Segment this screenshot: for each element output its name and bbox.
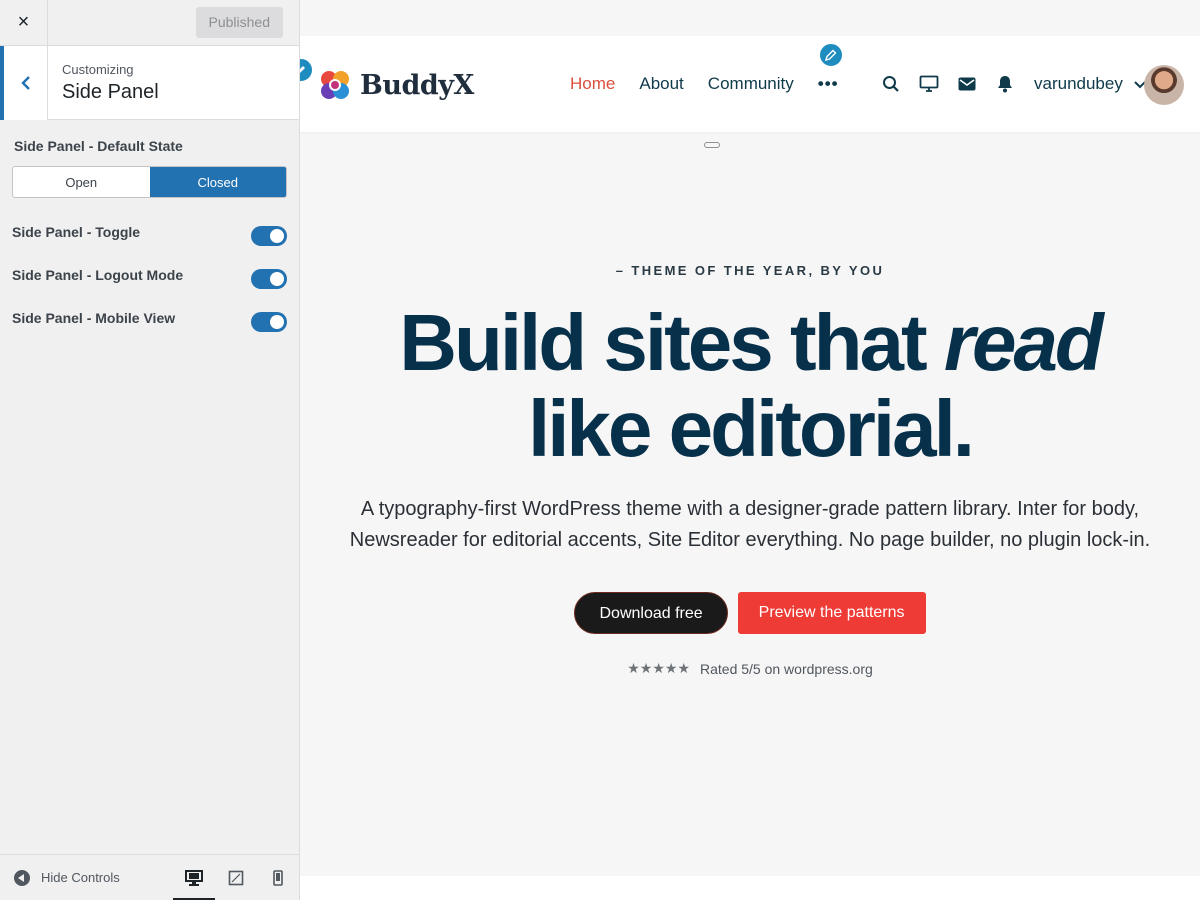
nav-item-home[interactable]: Home bbox=[570, 74, 615, 94]
toggle-row-logout-mode: Side Panel - Logout Mode bbox=[12, 257, 287, 300]
rating-text: Rated 5/5 on wordpress.org bbox=[700, 660, 873, 677]
switch-knob bbox=[270, 271, 284, 286]
mail-icon bbox=[958, 77, 976, 91]
hide-controls-button[interactable]: Hide Controls bbox=[0, 869, 173, 886]
hero-ctas: Download free Preview the patterns bbox=[300, 592, 1200, 634]
site-title: BuddyX bbox=[360, 69, 474, 101]
toggle-row-side-panel-toggle: Side Panel - Toggle bbox=[12, 214, 287, 257]
search-button[interactable] bbox=[872, 74, 910, 94]
toggle-row-mobile-view: Side Panel - Mobile View bbox=[12, 300, 287, 343]
default-state-closed-option[interactable]: Closed bbox=[149, 167, 286, 197]
site-header: BuddyX Home About Community ••• varundub… bbox=[300, 36, 1200, 132]
mobile-icon bbox=[273, 869, 283, 886]
hero-eyebrow: – THEME OF THE YEAR, BY YOU bbox=[615, 263, 885, 278]
hide-controls-label: Hide Controls bbox=[41, 870, 120, 885]
mobile-view-switch[interactable] bbox=[251, 311, 287, 332]
star-rating-icon: ★★★★★ bbox=[627, 660, 690, 676]
pencil-icon bbox=[825, 49, 837, 61]
toggle-label: Side Panel - Mobile View bbox=[12, 309, 176, 326]
customizer-sidebar: × Published Customizing Side Panel Side … bbox=[0, 0, 300, 900]
monitor-button[interactable] bbox=[910, 74, 948, 94]
monitor-icon bbox=[919, 75, 939, 92]
preview-tablet-button[interactable] bbox=[215, 855, 257, 900]
toggle-label: Side Panel - Toggle bbox=[12, 223, 141, 240]
section-controls: Side Panel - Default State Open Closed S… bbox=[0, 120, 299, 343]
customizer-footer: Hide Controls bbox=[0, 854, 299, 900]
customizer-topbar: × Published bbox=[0, 0, 299, 46]
toggle-label: Side Panel - Logout Mode bbox=[12, 266, 184, 283]
search-icon bbox=[883, 76, 899, 92]
next-section-edge bbox=[300, 876, 1200, 900]
preview-patterns-button[interactable]: Preview the patterns bbox=[737, 592, 926, 634]
hero-section: – THEME OF THE YEAR, BY YOU Build sites … bbox=[300, 132, 1200, 677]
switch-knob bbox=[270, 314, 284, 329]
buddyx-logo-icon bbox=[321, 71, 349, 99]
headline-emphasis: read bbox=[943, 298, 1104, 387]
nav-item-about[interactable]: About bbox=[639, 74, 683, 94]
back-button[interactable] bbox=[0, 46, 48, 120]
user-menu-button[interactable]: varundubey bbox=[1034, 74, 1146, 94]
tablet-icon bbox=[228, 870, 244, 885]
headline-text: Build sites that bbox=[399, 298, 944, 387]
user-name: varundubey bbox=[1034, 74, 1123, 93]
site-preview: BuddyX Home About Community ••• varundub… bbox=[300, 0, 1200, 900]
site-logo[interactable]: BuddyX bbox=[316, 66, 474, 104]
section-breadcrumb: Customizing bbox=[62, 62, 134, 77]
nav-more-button[interactable]: ••• bbox=[818, 74, 839, 94]
desktop-icon bbox=[185, 869, 204, 886]
edit-shortcut-menu[interactable] bbox=[818, 42, 844, 68]
close-customizer-button[interactable]: × bbox=[0, 0, 48, 46]
switch-knob bbox=[270, 228, 284, 243]
preview-top-strip bbox=[300, 0, 1200, 36]
hero-lead: A typography-first WordPress theme with … bbox=[349, 498, 1151, 551]
preview-mobile-button[interactable] bbox=[257, 855, 299, 900]
section-header: Customizing Side Panel bbox=[0, 46, 299, 120]
chevron-left-icon bbox=[20, 76, 30, 90]
messages-button[interactable] bbox=[948, 74, 986, 94]
primary-nav: Home About Community ••• bbox=[570, 74, 839, 94]
edit-shortcut-logo[interactable] bbox=[300, 57, 314, 83]
headline-text-line2: like editorial. bbox=[527, 384, 975, 473]
default-state-open-option[interactable]: Open bbox=[13, 167, 150, 197]
close-icon: × bbox=[17, 11, 30, 33]
default-state-heading: Side Panel - Default State bbox=[14, 138, 183, 154]
section-title: Side Panel bbox=[62, 81, 159, 103]
rating-line: ★★★★★ Rated 5/5 on wordpress.org bbox=[300, 660, 1200, 677]
notifications-button[interactable] bbox=[986, 74, 1024, 94]
pencil-icon bbox=[300, 66, 305, 73]
default-state-selector: Open Closed bbox=[12, 166, 287, 198]
download-free-button[interactable]: Download free bbox=[574, 592, 728, 634]
collapse-arrow-icon bbox=[14, 869, 30, 886]
published-button[interactable]: Published bbox=[195, 7, 283, 38]
avatar[interactable] bbox=[1144, 65, 1184, 105]
side-panel-toggle-switch[interactable] bbox=[251, 225, 287, 246]
nav-item-community[interactable]: Community bbox=[708, 74, 794, 94]
preview-desktop-button[interactable] bbox=[173, 855, 216, 900]
bell-icon bbox=[998, 76, 1012, 93]
logout-mode-switch[interactable] bbox=[251, 268, 287, 289]
header-actions: varundubey bbox=[872, 74, 1146, 94]
hero-headline: Build sites that read like editorial. bbox=[300, 300, 1200, 472]
